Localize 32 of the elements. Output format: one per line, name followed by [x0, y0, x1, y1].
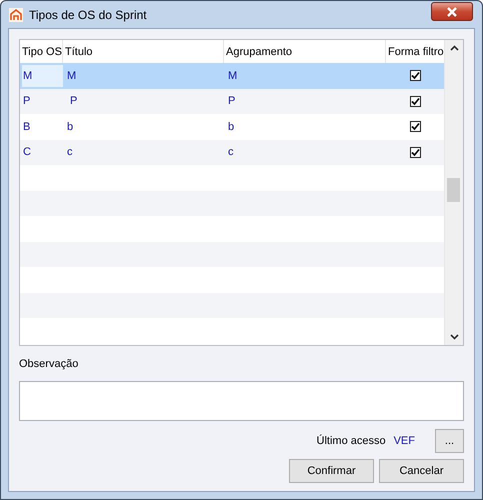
- table-cell-text: P: [22, 95, 32, 108]
- field-label: Último acesso: [316, 435, 386, 447]
- table-cell: M: [22, 64, 63, 87]
- table-row[interactable]: M M M: [20, 63, 444, 88]
- table-row[interactable]: B b b: [20, 114, 444, 140]
- checkbox[interactable]: [410, 146, 420, 158]
- table-cell-text: b: [227, 120, 236, 133]
- close-icon: [446, 6, 458, 16]
- checkbox[interactable]: [410, 70, 420, 82]
- table-cell-text: M: [227, 70, 238, 82]
- table-cell-text: P: [227, 95, 236, 108]
- confirm-button[interactable]: Confirmar: [289, 459, 374, 483]
- table-cell-text: M: [66, 70, 78, 82]
- close-button[interactable]: [431, 2, 473, 21]
- input-field[interactable]: [19, 381, 464, 421]
- table-cell-text: P: [69, 95, 78, 108]
- scrollbar-thumb[interactable]: [447, 178, 460, 202]
- field-value: VEF: [394, 435, 415, 447]
- cancel-button[interactable]: Cancelar: [379, 459, 464, 483]
- table-row[interactable]: P P P: [20, 88, 444, 114]
- checkbox[interactable]: [410, 121, 420, 132]
- browse-button[interactable]: ...: [435, 429, 464, 453]
- table-cell-text: B: [22, 120, 32, 133]
- table-row[interactable]: C c c: [20, 140, 444, 165]
- window-title: Tipos de OS do Sprint: [29, 8, 148, 22]
- table-cell-text: c: [66, 146, 74, 158]
- checkbox[interactable]: [410, 96, 420, 107]
- table-cell-text: c: [227, 146, 234, 158]
- field-label: Observação: [19, 358, 80, 372]
- table-cell-text: b: [66, 120, 74, 133]
- table-cell-text: C: [22, 146, 32, 158]
- app-icon: [9, 8, 23, 22]
